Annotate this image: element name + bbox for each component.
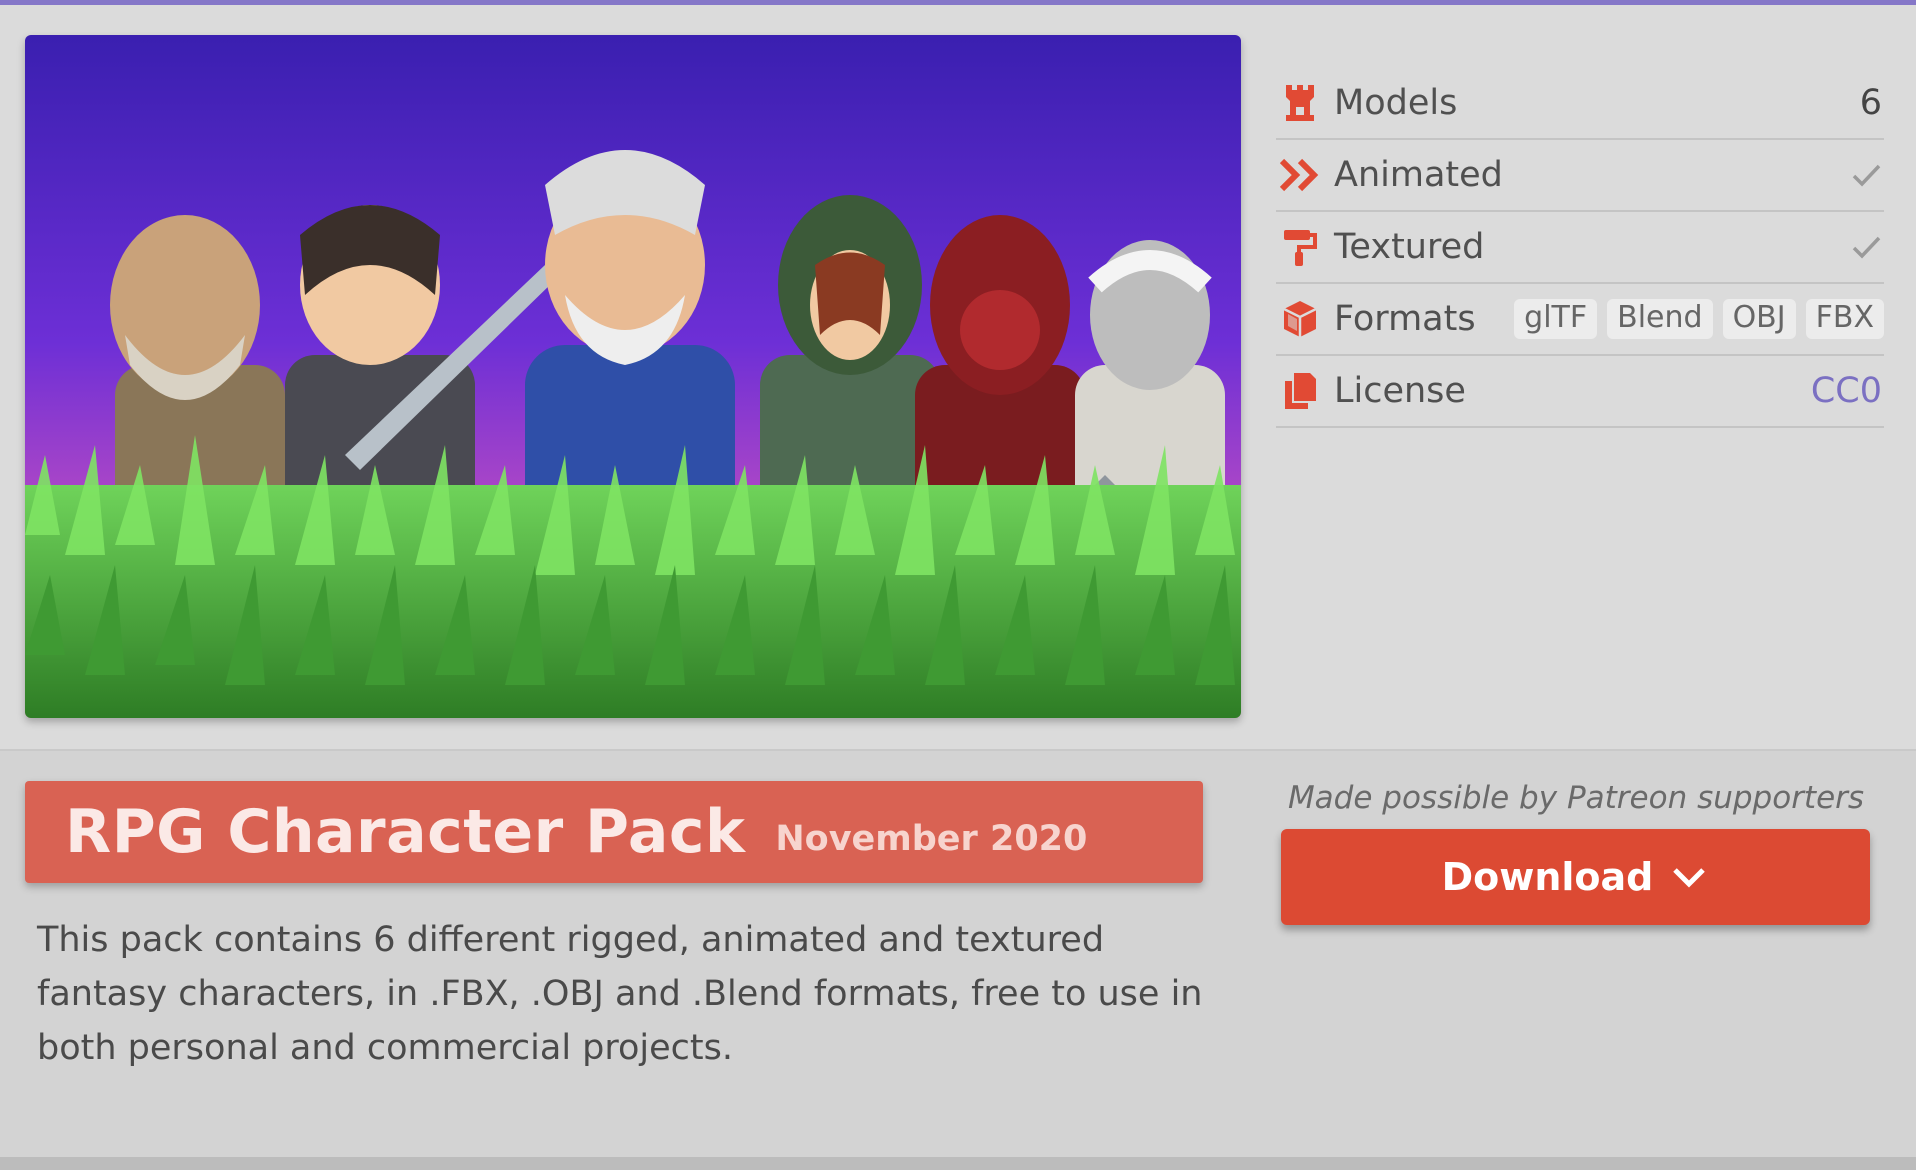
animated-label: Animated	[1334, 155, 1503, 195]
castle-icon	[1280, 83, 1320, 123]
pack-title: RPG Character Pack	[65, 797, 746, 867]
download-label: Download	[1441, 855, 1654, 899]
format-badge-fbx: FBX	[1805, 299, 1884, 339]
pack-date: November 2020	[775, 819, 1088, 859]
pack-description: This pack contains 6 different rigged, a…	[37, 920, 1203, 1068]
download-button[interactable]: Download	[1281, 829, 1870, 925]
preview-illustration	[25, 35, 1241, 718]
info-row-animated: Animated	[1276, 140, 1884, 212]
format-badges: glTF Blend OBJ FBX	[1514, 299, 1884, 339]
format-badge-gltf: glTF	[1514, 299, 1598, 339]
bottom-divider	[0, 1157, 1916, 1170]
info-row-textured: Textured	[1276, 212, 1884, 284]
info-row-formats: Formats glTF Blend OBJ FBX	[1276, 284, 1884, 356]
models-label: Models	[1334, 83, 1458, 123]
double-chevron-icon	[1280, 155, 1320, 195]
formats-label: Formats	[1334, 299, 1476, 339]
cube-icon	[1280, 299, 1320, 339]
documents-icon	[1280, 371, 1320, 411]
paint-roller-icon	[1280, 227, 1320, 267]
format-badge-obj: OBJ	[1722, 299, 1796, 339]
chevron-down-icon	[1673, 868, 1706, 888]
pack-preview-image[interactable]	[25, 35, 1241, 718]
format-badge-blend: Blend	[1607, 299, 1713, 339]
pack-info-panel: Models 6 Animated Textured Formats glTF …	[1276, 68, 1884, 428]
license-label: License	[1334, 371, 1466, 411]
models-count: 6	[1859, 83, 1882, 123]
textured-label: Textured	[1334, 227, 1485, 267]
pack-title-banner: RPG Character Pack November 2020	[25, 781, 1203, 883]
patreon-note: Made possible by Patreon supporters	[1287, 780, 1865, 816]
info-row-models: Models 6	[1276, 68, 1884, 140]
textured-check-icon	[1852, 236, 1881, 259]
info-row-license: License CC0	[1276, 356, 1884, 428]
license-link[interactable]: CC0	[1811, 371, 1882, 411]
animated-check-icon	[1852, 164, 1881, 187]
